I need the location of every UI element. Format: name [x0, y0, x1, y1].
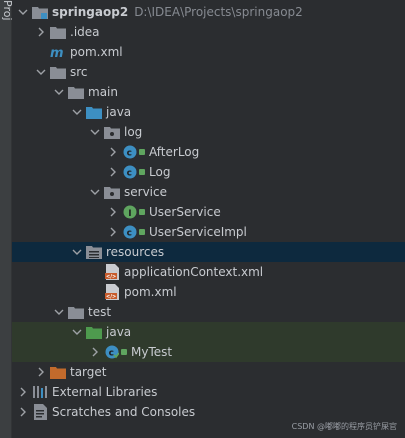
tree-label-idea: .idea	[70, 25, 100, 39]
source-folder-icon	[86, 104, 102, 120]
chevron-right-icon[interactable]	[16, 402, 30, 422]
library-icon	[32, 384, 48, 400]
java-class-icon: c	[122, 144, 138, 160]
chevron-down-icon[interactable]	[70, 242, 84, 262]
tree-label-scratches: Scratches and Consoles	[52, 405, 196, 419]
maven-m-icon: m	[50, 44, 66, 60]
access-modifier-icon	[139, 229, 145, 235]
tree-row-java[interactable]: java	[12, 102, 405, 122]
tree-row-userservice[interactable]: I UserService	[12, 202, 405, 222]
chevron-down-icon[interactable]	[88, 122, 102, 142]
tree-label-java: java	[106, 105, 132, 119]
folder-icon	[68, 84, 84, 100]
access-modifier-icon	[139, 209, 145, 215]
tree-label-src: src	[70, 65, 88, 79]
tree-row-log-class[interactable]: c Log	[12, 162, 405, 182]
test-source-folder-icon	[86, 324, 102, 340]
tree-row-mytest[interactable]: c MyTest	[12, 342, 405, 362]
java-interface-icon: I	[122, 204, 138, 220]
tree-label-afterlog: AfterLog	[149, 145, 200, 159]
tree-label-pom-root: pom.xml	[70, 45, 123, 59]
tree-label-test-java: java	[106, 325, 132, 339]
xml-file-icon: </>	[104, 284, 120, 300]
svg-text:</>: </>	[106, 274, 116, 280]
tree-label-pom-resources: pom.xml	[124, 285, 177, 299]
access-modifier-icon	[139, 169, 145, 175]
chevron-right-icon[interactable]	[16, 382, 30, 402]
tree-row-log-package[interactable]: log	[12, 122, 405, 142]
tree-label-main: main	[88, 85, 118, 99]
folder-icon	[68, 304, 84, 320]
tree-row-applicationcontext[interactable]: </> applicationContext.xml	[12, 262, 405, 282]
scratches-icon	[32, 404, 48, 420]
package-icon	[104, 124, 120, 140]
java-class-icon: c	[122, 164, 138, 180]
module-folder-icon	[32, 4, 48, 20]
tree-row-service-package[interactable]: service	[12, 182, 405, 202]
chevron-down-icon[interactable]	[88, 182, 102, 202]
access-modifier-icon	[121, 349, 127, 355]
tree-row-project-root[interactable]: springaop2 D:\IDEA\Projects\springaop2	[12, 2, 405, 22]
chevron-right-icon[interactable]	[106, 142, 120, 162]
chevron-right-icon[interactable]	[34, 362, 48, 382]
java-class-icon: c	[122, 224, 138, 240]
svg-text:c: c	[127, 149, 132, 159]
project-name: springaop2	[52, 5, 129, 19]
tree-label-service: service	[124, 185, 167, 199]
project-tool-window-stripe[interactable]: Proj	[0, 0, 14, 438]
tree-label-resources: resources	[106, 245, 165, 259]
tree-label-userserviceimpl: UserServiceImpl	[149, 225, 247, 239]
chevron-down-icon[interactable]	[52, 302, 66, 322]
chevron-down-icon[interactable]	[70, 102, 84, 122]
tree-row-afterlog[interactable]: c AfterLog	[12, 142, 405, 162]
tree-row-pom-resources[interactable]: </> pom.xml	[12, 282, 405, 302]
chevron-right-icon[interactable]	[106, 202, 120, 222]
tree-label-log: log	[124, 125, 143, 139]
chevron-down-icon[interactable]	[52, 82, 66, 102]
tree-label-test: test	[88, 305, 112, 319]
tree-label-mytest: MyTest	[131, 345, 173, 359]
svg-text:</>: </>	[106, 294, 116, 300]
chevron-right-icon[interactable]	[106, 222, 120, 242]
chevron-down-icon[interactable]	[70, 322, 84, 342]
svg-text:c: c	[109, 349, 114, 359]
tree-label-log-class: Log	[149, 165, 171, 179]
svg-text:m: m	[50, 46, 64, 59]
tree-row-scratches[interactable]: Scratches and Consoles	[12, 402, 405, 422]
chevron-down-icon[interactable]	[16, 2, 30, 22]
tree-row-target[interactable]: target	[12, 362, 405, 382]
tree-label-target: target	[70, 365, 107, 379]
java-test-class-icon: c	[104, 344, 120, 360]
tree-label-userservice: UserService	[149, 205, 221, 219]
folder-icon	[50, 64, 66, 80]
svg-text:c: c	[127, 169, 132, 179]
access-modifier-icon	[139, 149, 145, 155]
svg-text:I: I	[128, 209, 131, 219]
xml-file-icon: </>	[104, 264, 120, 280]
tree-row-userserviceimpl[interactable]: c UserServiceImpl	[12, 222, 405, 242]
watermark-text: CSDN @嘟嘟的程序员铲屎官	[291, 422, 397, 431]
package-icon	[104, 184, 120, 200]
tree-row-main[interactable]: main	[12, 82, 405, 102]
tree-label-external-libraries: External Libraries	[52, 385, 158, 399]
tree-row-resources[interactable]: resources	[12, 242, 405, 262]
project-tree: springaop2 D:\IDEA\Projects\springaop2 .…	[12, 0, 405, 438]
tree-label-applicationcontext: applicationContext.xml	[124, 265, 264, 279]
tree-row-pom-root[interactable]: m pom.xml	[12, 42, 405, 62]
chevron-right-icon[interactable]	[34, 22, 48, 42]
resources-folder-icon	[86, 244, 102, 260]
chevron-down-icon[interactable]	[34, 62, 48, 82]
tree-row-test-java[interactable]: java	[12, 322, 405, 342]
chevron-right-icon[interactable]	[106, 162, 120, 182]
folder-icon	[50, 24, 66, 40]
project-path: D:\IDEA\Projects\springaop2	[134, 5, 303, 19]
chevron-right-icon[interactable]	[88, 342, 102, 362]
excluded-folder-icon	[50, 364, 66, 380]
tree-row-external-libraries[interactable]: External Libraries	[12, 382, 405, 402]
svg-text:c: c	[127, 229, 132, 239]
tree-row-test[interactable]: test	[12, 302, 405, 322]
tree-row-idea[interactable]: .idea	[12, 22, 405, 42]
tree-row-src[interactable]: src	[12, 62, 405, 82]
